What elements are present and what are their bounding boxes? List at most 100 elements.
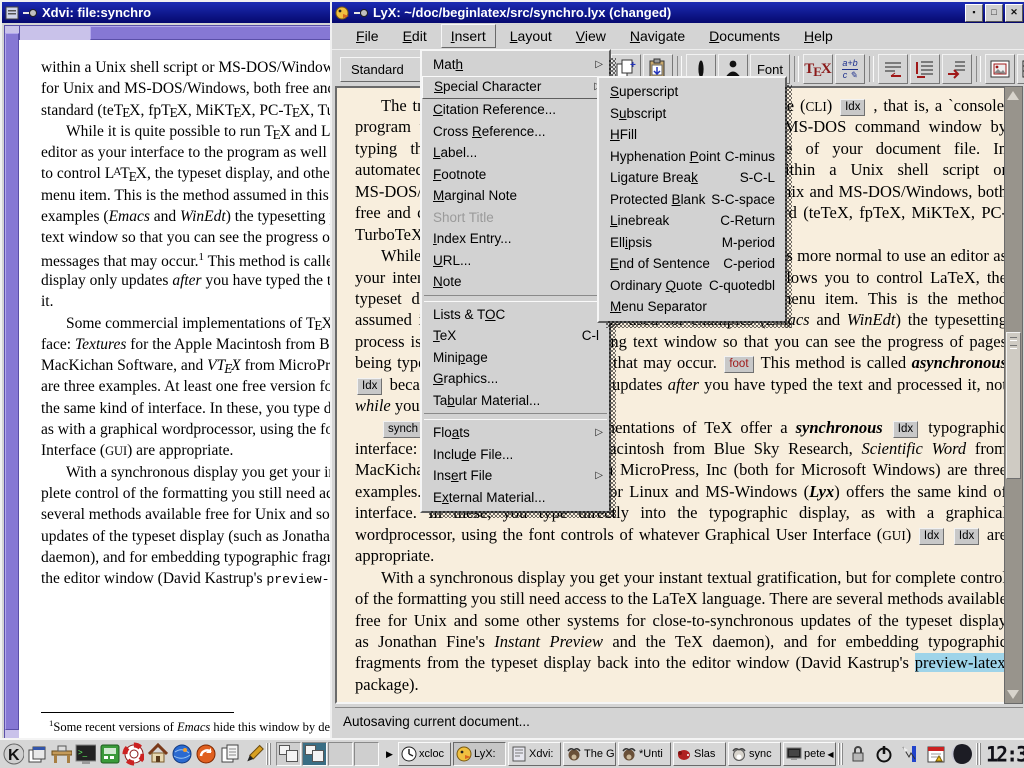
calendar-icon[interactable] (924, 742, 948, 766)
maximize-button[interactable]: □ (985, 4, 1003, 22)
menu-item-ligature-break[interactable]: Ligature BreakS-C-L (599, 167, 785, 189)
menu-item-tex[interactable]: TeXC-l (422, 325, 609, 347)
kvt-icon[interactable] (98, 742, 120, 766)
menu-item-linebreak[interactable]: LinebreakC-Return (599, 210, 785, 232)
menu-item-floats[interactable]: Floats▷ (422, 422, 609, 444)
synch-inset[interactable]: synch (383, 421, 423, 438)
lyx-titlebar[interactable]: LyX: ~/doc/beginlatex/src/synchro.lyx (c… (332, 2, 1024, 23)
menu-item-citation-reference[interactable]: Citation Reference... (422, 99, 609, 121)
marginpar-icon[interactable] (910, 54, 940, 84)
pager-desktop-1[interactable] (276, 742, 301, 766)
xdvi-titlebar[interactable]: Xdvi: file:synchro (2, 2, 336, 23)
idx-inset[interactable]: Idx (357, 378, 382, 395)
task-theg[interactable]: The G (563, 742, 616, 766)
menu-item-marginal-note[interactable]: Marginal Note (422, 185, 609, 207)
task-pete[interactable]: pete◀ (783, 742, 836, 766)
math-mode-icon[interactable]: a+bc ✎ (835, 54, 865, 84)
lyx-vertical-scrollbar[interactable] (1004, 86, 1023, 704)
xdvi-hscroll-thumb[interactable] (90, 26, 339, 40)
task-xdvi[interactable]: Xdvi: (508, 742, 561, 766)
menu-item-include-file[interactable]: Include File... (422, 444, 609, 466)
kmenu-icon[interactable]: K (2, 742, 24, 766)
idx-inset[interactable]: Idx (840, 99, 865, 116)
panel-handle[interactable] (976, 743, 982, 765)
xdvi-horizontal-scrollbar[interactable] (19, 25, 338, 41)
knews-icon[interactable] (194, 742, 216, 766)
menu-item-footnote[interactable]: Footnote (422, 164, 609, 186)
desktop-icon[interactable] (50, 742, 72, 766)
klipper-icon[interactable] (898, 742, 922, 766)
menubar-help[interactable]: Help (794, 24, 843, 48)
menu-item-hfill[interactable]: HFill (599, 124, 785, 146)
menu-item-protected-blank[interactable]: Protected BlankS-C-space (599, 189, 785, 211)
task-xcloc[interactable]: xcloc (398, 742, 451, 766)
menu-item-special-character[interactable]: Special Character▷ (422, 76, 609, 100)
scroll-up-icon[interactable] (1007, 91, 1019, 100)
lyx-vscroll-thumb[interactable] (1006, 332, 1021, 479)
menu-item-subscript[interactable]: Subscript (599, 103, 785, 125)
taskbar-scroll-left[interactable]: ▶ (383, 743, 396, 765)
menu-item-graphics[interactable]: Graphics... (422, 368, 609, 390)
menu-item-minipage[interactable]: Minipage (422, 347, 609, 369)
panel-clock[interactable]: 12:31 (986, 741, 1024, 766)
menu-item-short-title[interactable]: Short Title (422, 207, 609, 229)
panel-handle[interactable] (266, 743, 272, 765)
menu-item-lists-toc[interactable]: Lists & TOC (422, 304, 609, 326)
pin-icon[interactable] (23, 8, 38, 18)
browser-icon[interactable] (170, 742, 192, 766)
figure-icon[interactable] (985, 54, 1015, 84)
menu-item-ordinary-quote[interactable]: Ordinary QuoteC-quotedbl (599, 275, 785, 297)
menu-item-math[interactable]: Math▷ (422, 54, 609, 76)
task-slas[interactable]: Slas (673, 742, 726, 766)
menubar-documents[interactable]: Documents (699, 24, 790, 48)
depth-icon[interactable] (942, 54, 972, 84)
table-icon[interactable] (1017, 54, 1024, 84)
minimize-button[interactable]: ▪ (965, 4, 983, 22)
lock-icon[interactable] (846, 742, 870, 766)
menu-item-index-entry[interactable]: Index Entry... (422, 228, 609, 250)
terminal-icon[interactable]: >_ (74, 742, 96, 766)
task-lyx[interactable]: LyX: (453, 742, 506, 766)
windowlist-icon[interactable] (26, 742, 48, 766)
home-icon[interactable] (146, 742, 168, 766)
menu-item-insert-file[interactable]: Insert File▷ (422, 465, 609, 487)
menu-item-note[interactable]: Note (422, 271, 609, 293)
menu-item-external-material[interactable]: External Material... (422, 487, 609, 509)
menu-item-label[interactable]: Label... (422, 142, 609, 164)
task-unti[interactable]: *Unti (618, 742, 671, 766)
menubar-layout[interactable]: Layout (500, 24, 562, 48)
task-sync[interactable]: sync (728, 742, 781, 766)
documents-icon[interactable] (218, 742, 240, 766)
pin-icon[interactable] (354, 8, 369, 18)
pager-desktop-3[interactable] (328, 742, 353, 766)
close-button[interactable]: ✕ (1005, 4, 1023, 22)
pager-desktop-4[interactable] (354, 742, 379, 766)
menubar-file[interactable]: File (346, 24, 389, 48)
idx-inset[interactable]: Idx (893, 421, 918, 438)
pager-desktop-2[interactable] (302, 742, 327, 766)
power-icon[interactable] (872, 742, 896, 766)
panel-handle[interactable] (838, 743, 844, 765)
menubar-navigate[interactable]: Navigate (620, 24, 695, 48)
xdvi-vscroll-thumb[interactable] (5, 33, 19, 730)
help-icon[interactable] (122, 742, 144, 766)
menubar-edit[interactable]: Edit (393, 24, 437, 48)
menu-item-tabular-material[interactable]: Tabular Material... (422, 390, 609, 412)
footnote-icon[interactable] (878, 54, 908, 84)
menu-item-menu-separator[interactable]: Menu Separator (599, 296, 785, 318)
pen-icon[interactable] (242, 742, 264, 766)
idx-inset[interactable]: Idx (919, 528, 944, 545)
menu-item-url[interactable]: URL... (422, 250, 609, 272)
idx-inset[interactable]: Idx (954, 528, 979, 545)
menu-item-end-of-sentence[interactable]: End of SentenceC-period (599, 253, 785, 275)
tex-mode-icon[interactable]: TEX (803, 54, 833, 84)
menu-item-ellipsis[interactable]: EllipsisM-period (599, 232, 785, 254)
menu-item-hyphenation-point[interactable]: Hyphenation PointC-minus (599, 146, 785, 168)
menu-item-cross-reference[interactable]: Cross Reference... (422, 121, 609, 143)
moon-icon[interactable] (950, 742, 974, 766)
menubar-view[interactable]: View (566, 24, 616, 48)
scroll-down-icon[interactable] (1007, 690, 1019, 699)
xdvi-vertical-scrollbar[interactable] (4, 25, 20, 743)
menubar-insert[interactable]: Insert (441, 24, 496, 48)
foot-inset[interactable]: foot (724, 356, 753, 373)
